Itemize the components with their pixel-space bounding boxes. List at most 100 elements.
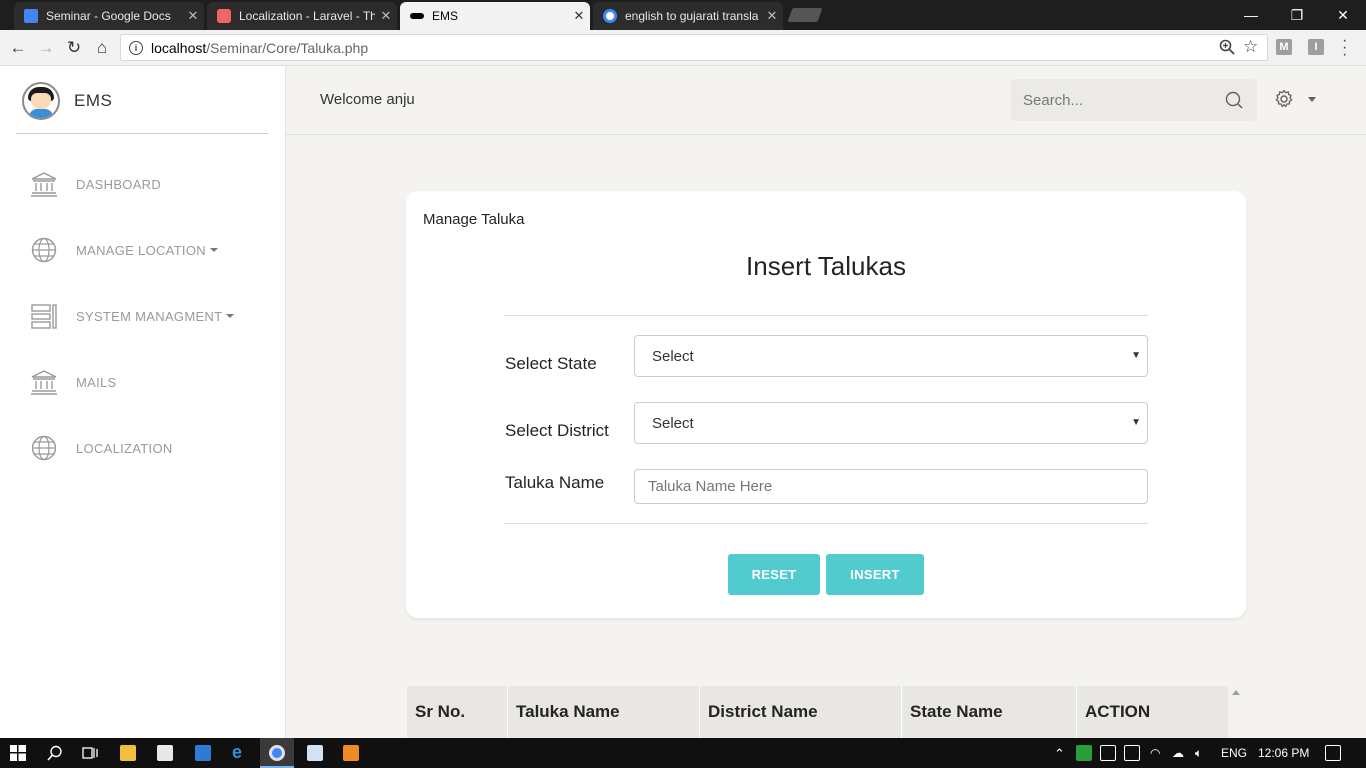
tray-app-icon[interactable] (1100, 745, 1116, 761)
gear-icon[interactable] (1274, 89, 1294, 114)
url-host: localhost (151, 39, 207, 56)
dropdown-arrow-icon: ▼ (1131, 350, 1141, 361)
close-tab-icon[interactable]: ✕ (182, 8, 204, 24)
page-title: Insert Talukas (746, 251, 906, 281)
brand-name: EMS (74, 91, 113, 110)
tab-title: Localization - Laravel - Th (239, 9, 375, 23)
browser-toolbar: ← → ↻ ⌂ i localhost/Seminar/Core/Taluka.… (0, 30, 1366, 66)
taluka-table-header: Sr No. Taluka Name District Name State N… (407, 686, 1228, 738)
tab-google-translate[interactable]: english to gujarati transla ✕ (593, 2, 783, 30)
close-tab-icon[interactable]: ✕ (761, 8, 783, 24)
tab-google-docs[interactable]: Seminar - Google Docs ✕ (14, 2, 204, 30)
windows-taskbar: e ⌃ ◠ ☁ 🔈︎ ENG 12:06 PM (0, 738, 1366, 768)
column-header: Sr No. (407, 686, 508, 738)
sidebar-item-mails[interactable]: MAILS (30, 368, 117, 396)
brand[interactable]: EMS (22, 82, 112, 120)
welcome-text: Welcome anju (320, 91, 415, 108)
notepad-icon[interactable] (307, 745, 323, 761)
clock[interactable]: 12:06 PM (1258, 746, 1309, 760)
google-icon (603, 9, 617, 23)
card-label: Manage Taluka (423, 211, 525, 228)
store-icon[interactable] (157, 745, 173, 761)
tab-title: EMS (432, 9, 459, 23)
address-bar[interactable]: i localhost/Seminar/Core/Taluka.php ☆ (120, 34, 1268, 61)
insert-button[interactable]: INSERT (826, 554, 924, 595)
sidebar-item-manage-location[interactable]: MANAGE LOCATION (30, 236, 218, 264)
tray-app-icon[interactable] (1124, 745, 1140, 761)
column-header: Taluka Name (508, 686, 700, 738)
info-icon[interactable]: i (129, 40, 143, 55)
avatar (22, 82, 60, 120)
district-select[interactable]: Select ▼ (634, 402, 1148, 444)
chevron-down-icon (209, 248, 218, 252)
search-icon[interactable] (47, 745, 63, 761)
state-select-value: Select (652, 347, 694, 365)
sublime-text-icon[interactable] (343, 745, 359, 761)
home-icon[interactable]: ⌂ (90, 36, 114, 60)
divider (16, 133, 268, 134)
tab-ems[interactable]: EMS ✕ (400, 2, 590, 30)
chevron-down-icon (226, 314, 235, 318)
extension-i-icon[interactable]: I (1308, 39, 1324, 55)
restore-icon[interactable]: ❐ (1274, 0, 1320, 30)
browser-tab-strip: Seminar - Google Docs ✕ Localization - L… (0, 0, 1366, 30)
windows-start-icon[interactable] (10, 745, 26, 761)
task-view-icon[interactable] (82, 745, 98, 761)
laravel-icon (217, 9, 231, 23)
bank-icon (30, 368, 58, 396)
sidebar-item-dashboard[interactable]: DASHBOARD (30, 170, 161, 198)
wifi-icon[interactable]: ◠ (1150, 746, 1160, 760)
close-tab-icon[interactable]: ✕ (375, 8, 397, 24)
chrome-icon[interactable] (269, 745, 285, 761)
file-explorer-icon[interactable] (120, 745, 136, 761)
sidebar: EMS DASHBOARD MANAGE LOCATION SYSTEM MAN… (0, 66, 286, 738)
dropdown-arrow-icon: ▼ (1131, 417, 1141, 428)
reload-icon[interactable]: ↻ (62, 36, 86, 60)
sidebar-item-label: MAILS (76, 374, 117, 390)
language-indicator[interactable]: ENG (1221, 746, 1247, 760)
state-select[interactable]: Select ▼ (634, 335, 1148, 377)
column-header: State Name (902, 686, 1077, 738)
sidebar-item-localization[interactable]: LOCALIZATION (30, 434, 173, 462)
scroll-up-arrow-icon[interactable] (1232, 690, 1240, 695)
edge-icon[interactable]: e (232, 742, 248, 762)
sidebar-item-label: DASHBOARD (76, 176, 162, 192)
cloud-icon[interactable]: ☁ (1172, 746, 1184, 760)
search-icon[interactable] (1225, 91, 1243, 114)
chevron-down-icon[interactable] (1308, 97, 1316, 102)
tray-app-icon[interactable] (1076, 745, 1092, 761)
taluka-name-input[interactable] (634, 469, 1148, 504)
volume-icon[interactable]: 🔈︎ (1195, 746, 1202, 761)
url-path: /Seminar/Core/Taluka.php (206, 39, 369, 56)
chevron-up-icon[interactable]: ⌃ (1054, 746, 1065, 762)
tab-laravel[interactable]: Localization - Laravel - Th ✕ (207, 2, 397, 30)
bookmark-star-icon[interactable]: ☆ (1243, 37, 1258, 57)
district-select-value: Select (652, 414, 694, 432)
column-header: District Name (700, 686, 902, 738)
new-tab-button[interactable] (787, 8, 823, 22)
close-window-icon[interactable]: ✕ (1320, 0, 1366, 30)
layout-icon (30, 302, 58, 330)
search-box (1011, 79, 1257, 121)
tab-title: english to gujarati transla (625, 9, 759, 23)
minimize-icon[interactable]: — (1228, 0, 1274, 30)
sidebar-item-system-managment[interactable]: SYSTEM MANAGMENT (30, 302, 235, 330)
zoom-icon[interactable] (1219, 39, 1235, 59)
reset-button[interactable]: RESET (728, 554, 820, 595)
back-arrow-icon[interactable]: ← (6, 36, 30, 60)
google-docs-icon (24, 9, 38, 23)
globe-icon (30, 434, 58, 462)
notifications-icon[interactable] (1325, 745, 1341, 761)
tab-title: Seminar - Google Docs (46, 9, 171, 23)
forward-arrow-icon[interactable]: → (34, 36, 58, 60)
browser-menu-icon[interactable]: · · · (1342, 33, 1347, 63)
divider (504, 315, 1148, 316)
top-navbar: Welcome anju (286, 66, 1366, 135)
search-input[interactable] (1023, 91, 1218, 109)
close-tab-icon[interactable]: ✕ (568, 8, 590, 24)
mask-icon (410, 13, 424, 19)
mail-icon[interactable] (195, 745, 211, 761)
globe-icon (30, 236, 58, 264)
extension-m-icon[interactable]: M (1276, 39, 1292, 55)
sidebar-item-label: MANAGE LOCATION (76, 242, 206, 258)
